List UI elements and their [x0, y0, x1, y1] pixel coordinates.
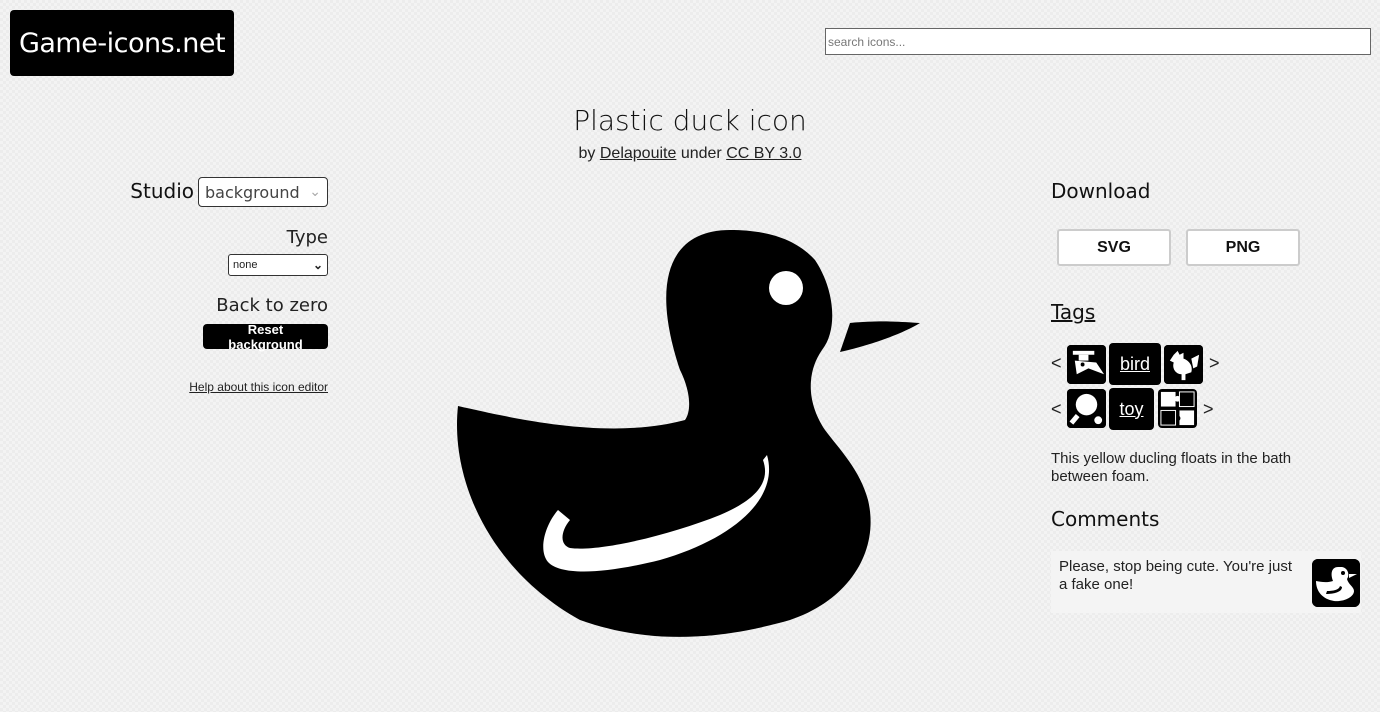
- studio-label: Studio: [130, 179, 194, 203]
- download-png-button[interactable]: PNG: [1186, 229, 1300, 266]
- byline-under: under: [680, 145, 722, 162]
- back-to-zero-label: Back to zero: [216, 295, 328, 316]
- comment-text: Please, stop being cute. You're just a f…: [1059, 558, 1293, 593]
- tag-prev-arrow[interactable]: <: [1051, 399, 1062, 420]
- plastic-duck-icon: [457, 230, 920, 637]
- byline: by Delapouite under CC BY 3.0: [0, 145, 1380, 163]
- type-select-value: none: [233, 259, 258, 271]
- duck-icon: [1312, 559, 1360, 607]
- chevron-down-icon: ⌄: [312, 258, 323, 272]
- tag-toy[interactable]: toy: [1109, 388, 1154, 430]
- license-link[interactable]: CC BY 3.0: [726, 145, 801, 162]
- tag-next-arrow[interactable]: >: [1203, 399, 1214, 420]
- background-select-value: background: [205, 182, 300, 202]
- background-select[interactable]: background ⌄: [198, 177, 328, 207]
- jigsaw-piece-icon[interactable]: [1158, 389, 1197, 428]
- help-editor-link[interactable]: Help about this icon editor: [189, 380, 328, 394]
- tag-next-arrow[interactable]: >: [1209, 353, 1220, 374]
- author-link[interactable]: Delapouite: [600, 145, 677, 162]
- plague-doctor-icon[interactable]: [1067, 345, 1106, 384]
- ping-pong-bat-icon[interactable]: [1067, 389, 1106, 428]
- type-label: Type: [286, 227, 328, 248]
- type-select[interactable]: none ⌄: [228, 254, 328, 276]
- download-svg-button[interactable]: SVG: [1057, 229, 1171, 266]
- chevron-down-icon: ⌄: [309, 184, 321, 200]
- tag-bird[interactable]: bird: [1109, 343, 1161, 385]
- site-logo[interactable]: Game-icons.net: [10, 10, 234, 76]
- tag-prev-arrow[interactable]: <: [1051, 353, 1062, 374]
- byline-by: by: [578, 145, 596, 162]
- download-heading: Download: [1051, 179, 1151, 203]
- search-input[interactable]: [825, 28, 1371, 55]
- comments-heading: Comments: [1051, 507, 1160, 531]
- page-title: Plastic duck icon: [573, 104, 807, 137]
- reset-background-button[interactable]: Reset background: [203, 322, 328, 352]
- tags-heading[interactable]: Tags: [1051, 300, 1095, 324]
- rooster-icon[interactable]: [1164, 345, 1203, 384]
- icon-description: This yellow ducling floats in the bath b…: [1051, 450, 1292, 485]
